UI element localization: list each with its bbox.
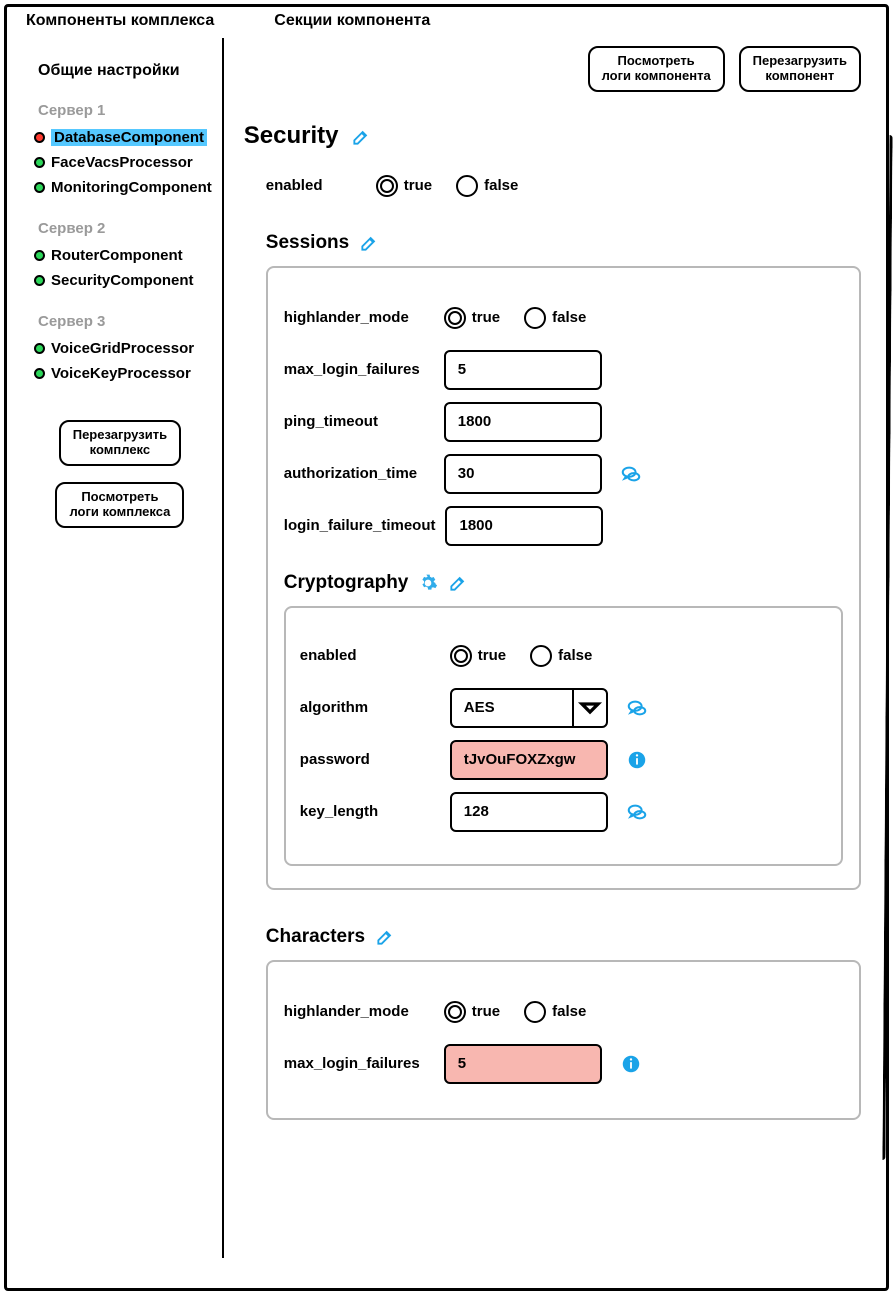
characters-highlander-false-radio[interactable]: false xyxy=(524,1001,586,1023)
highlander-false-radio[interactable]: false xyxy=(524,307,586,329)
radio-icon xyxy=(530,645,552,667)
sidebar-item-voicegridprocessor[interactable]: VoiceGridProcessor xyxy=(30,338,216,359)
characters-section-title: Characters xyxy=(266,926,365,948)
info-icon[interactable] xyxy=(620,1053,642,1075)
sidebar-group-2: Сервер 2 xyxy=(38,220,216,237)
sidebar-group-1: Сервер 1 xyxy=(38,102,216,119)
radio-label: false xyxy=(552,1003,586,1020)
max-login-failures-label: max_login_failures xyxy=(284,361,434,378)
authorization-time-input[interactable] xyxy=(444,454,602,494)
edit-icon[interactable] xyxy=(359,233,379,253)
view-component-logs-button[interactable]: Посмотреть логи компонента xyxy=(588,46,725,92)
radio-label: true xyxy=(472,1003,500,1020)
highlander-mode-label: highlander_mode xyxy=(284,309,434,326)
sidebar-item-monitoringcomponent[interactable]: MonitoringComponent xyxy=(30,177,216,198)
sidebar-group-3: Сервер 3 xyxy=(38,313,216,330)
algorithm-label: algorithm xyxy=(300,699,440,716)
enabled-true-radio[interactable]: true xyxy=(376,175,432,197)
algorithm-select-value: AES xyxy=(464,699,495,716)
characters-max-login-label: max_login_failures xyxy=(284,1055,434,1072)
radio-icon xyxy=(444,307,466,329)
gear-icon[interactable] xyxy=(418,573,438,593)
radio-icon xyxy=(524,307,546,329)
radio-label: true xyxy=(478,647,506,664)
characters-max-login-input[interactable] xyxy=(444,1044,602,1084)
status-dot-icon xyxy=(34,182,45,193)
radio-label: false xyxy=(484,177,518,194)
ping-timeout-label: ping_timeout xyxy=(284,413,434,430)
max-login-failures-input[interactable] xyxy=(444,350,602,390)
reload-component-button[interactable]: Перезагрузить компонент xyxy=(739,46,861,92)
sidebar-item-facevacsprocessor[interactable]: FaceVacsProcessor xyxy=(30,152,216,173)
algorithm-select[interactable]: AES xyxy=(450,688,608,728)
sidebar-item-securitycomponent[interactable]: SecurityComponent xyxy=(30,270,216,291)
edit-icon[interactable] xyxy=(448,573,468,593)
view-complex-logs-button[interactable]: Посмотреть логи комплекса xyxy=(55,482,184,528)
status-dot-icon xyxy=(34,275,45,286)
radio-label: true xyxy=(472,309,500,326)
key-length-input[interactable] xyxy=(450,792,608,832)
sections-column-label: Секции компонента xyxy=(274,12,430,30)
authorization-time-label: authorization_time xyxy=(284,465,434,482)
edit-icon[interactable] xyxy=(351,126,371,146)
status-dot-icon xyxy=(34,157,45,168)
radio-label: false xyxy=(552,309,586,326)
sidebar: Общие настройки Сервер 1 DatabaseCompone… xyxy=(18,38,224,1258)
sidebar-item-label: RouterComponent xyxy=(51,247,183,264)
ping-timeout-input[interactable] xyxy=(444,402,602,442)
sidebar-item-databasecomponent[interactable]: DatabaseComponent xyxy=(30,127,216,148)
sidebar-item-label: VoiceKeyProcessor xyxy=(51,365,191,382)
status-dot-icon xyxy=(34,132,45,143)
crypto-enabled-label: enabled xyxy=(300,647,440,664)
edit-icon[interactable] xyxy=(375,927,395,947)
login-failure-timeout-label: login_failure_timeout xyxy=(284,517,436,534)
sidebar-item-voicekeyprocessor[interactable]: VoiceKeyProcessor xyxy=(30,363,216,384)
info-icon[interactable] xyxy=(626,749,648,771)
main: Посмотреть логи компонента Перезагрузить… xyxy=(224,38,875,1258)
sidebar-item-label: VoiceGridProcessor xyxy=(51,340,194,357)
status-dot-icon xyxy=(34,368,45,379)
password-input[interactable] xyxy=(450,740,608,780)
status-dot-icon xyxy=(34,250,45,261)
security-section-title: Security xyxy=(244,122,339,150)
radio-label: false xyxy=(558,647,592,664)
sessions-section-title: Sessions xyxy=(266,232,349,254)
radio-icon xyxy=(444,1001,466,1023)
components-column-label: Компоненты комплекса xyxy=(26,12,214,30)
chat-icon[interactable] xyxy=(626,801,648,823)
crypto-enabled-false-radio[interactable]: false xyxy=(530,645,592,667)
enabled-false-radio[interactable]: false xyxy=(456,175,518,197)
sidebar-item-label: SecurityComponent xyxy=(51,272,194,289)
sidebar-item-label: MonitoringComponent xyxy=(51,179,212,196)
sidebar-item-general[interactable]: Общие настройки xyxy=(38,62,216,80)
login-failure-timeout-input[interactable] xyxy=(445,506,603,546)
highlander-true-radio[interactable]: true xyxy=(444,307,500,329)
radio-icon xyxy=(456,175,478,197)
key-length-label: key_length xyxy=(300,803,440,820)
reload-complex-button[interactable]: Перезагрузить комплекс xyxy=(59,420,181,466)
crypto-enabled-true-radio[interactable]: true xyxy=(450,645,506,667)
sidebar-item-routercomponent[interactable]: RouterComponent xyxy=(30,245,216,266)
chevron-down-icon xyxy=(572,690,606,726)
cryptography-section-title: Cryptography xyxy=(284,572,409,594)
status-dot-icon xyxy=(34,343,45,354)
characters-highlander-true-radio[interactable]: true xyxy=(444,1001,500,1023)
chat-icon[interactable] xyxy=(626,697,648,719)
sidebar-item-label: FaceVacsProcessor xyxy=(51,154,193,171)
sidebar-item-label: DatabaseComponent xyxy=(51,129,207,146)
radio-icon xyxy=(524,1001,546,1023)
password-label: password xyxy=(300,751,440,768)
radio-icon xyxy=(376,175,398,197)
radio-label: true xyxy=(404,177,432,194)
characters-highlander-label: highlander_mode xyxy=(284,1003,434,1020)
radio-icon xyxy=(450,645,472,667)
chat-icon[interactable] xyxy=(620,463,642,485)
